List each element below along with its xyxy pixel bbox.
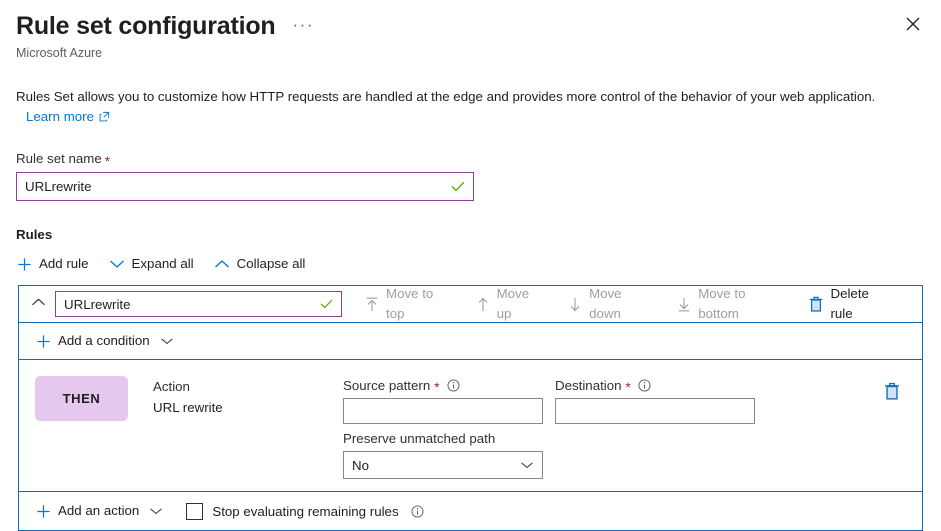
arrow-down-icon — [568, 297, 582, 312]
add-rule-button[interactable]: Add rule — [16, 252, 90, 276]
add-action-label: Add an action — [58, 501, 139, 521]
trash-icon — [884, 382, 900, 405]
plus-icon — [36, 504, 51, 519]
validation-check-icon — [315, 299, 337, 309]
external-link-icon — [99, 111, 110, 122]
validation-check-icon — [447, 181, 469, 192]
source-pattern-input[interactable] — [344, 399, 542, 423]
rule-card: Move to top Move up Move down — [18, 285, 923, 531]
add-condition-label: Add a condition — [58, 331, 150, 351]
learn-more-link[interactable]: Learn more — [26, 107, 110, 126]
stop-evaluating-checkbox[interactable] — [186, 503, 203, 520]
move-up-label: Move up — [497, 284, 546, 324]
collapse-all-label: Collapse all — [237, 254, 306, 274]
then-badge: THEN — [35, 376, 128, 421]
rule-header: Move to top Move up Move down — [19, 286, 922, 323]
delete-rule-button[interactable]: Delete rule — [808, 282, 894, 326]
rule-name-input[interactable] — [56, 292, 315, 316]
add-condition-row: Add a condition — [19, 323, 922, 360]
move-to-bottom-button[interactable]: Move to bottom — [676, 282, 788, 326]
move-to-bottom-icon — [677, 297, 691, 312]
info-icon[interactable] — [411, 505, 424, 518]
required-indicator: * — [434, 381, 439, 394]
description-text: Rules Set allows you to customize how HT… — [16, 89, 875, 104]
rule-set-name-input-wrapper[interactable] — [16, 172, 474, 201]
rule-collapse-button[interactable] — [25, 291, 51, 317]
move-up-button[interactable]: Move up — [475, 282, 547, 326]
action-area: THEN Action URL rewrite Source pattern * — [19, 360, 922, 491]
source-pattern-label-text: Source pattern — [343, 376, 430, 395]
chevron-down-icon — [520, 460, 534, 470]
source-pattern-field: Source pattern * Preserve unmatched path… — [343, 376, 543, 479]
action-label: Action — [153, 376, 343, 397]
chevron-down-icon — [109, 258, 125, 270]
info-icon[interactable] — [447, 379, 460, 392]
destination-label: Destination * — [555, 376, 755, 395]
rule-set-name-field: Rule set name * — [0, 150, 941, 201]
expand-all-label: Expand all — [132, 254, 194, 274]
preserve-unmatched-path-select[interactable]: No — [343, 451, 543, 479]
source-pattern-input-wrapper[interactable] — [343, 398, 543, 424]
rule-footer: Add an action Stop evaluating remaining … — [19, 491, 922, 530]
info-icon[interactable] — [638, 379, 651, 392]
rules-command-bar: Add rule Expand all Collapse all — [0, 252, 941, 276]
action-summary: Action URL rewrite — [153, 376, 343, 418]
delete-rule-label: Delete rule — [830, 284, 893, 324]
rule-set-name-label: Rule set name * — [16, 150, 925, 168]
rule-name-input-wrapper[interactable] — [55, 291, 342, 317]
chevron-down-icon — [149, 506, 163, 516]
rule-toolbar: Move to top Move up Move down — [364, 282, 914, 326]
destination-input-wrapper[interactable] — [555, 398, 755, 424]
page-subtitle: Microsoft Azure — [16, 45, 925, 62]
more-menu-icon[interactable]: ··· — [288, 14, 319, 39]
arrow-up-icon — [476, 297, 490, 312]
destination-label-text: Destination — [555, 376, 622, 395]
add-condition-button[interactable]: Add a condition — [35, 329, 175, 353]
source-pattern-label: Source pattern * — [343, 376, 543, 395]
preserve-unmatched-path-label: Preserve unmatched path — [343, 429, 543, 448]
rules-heading: Rules — [0, 227, 941, 242]
destination-input[interactable] — [556, 399, 754, 423]
learn-more-label: Learn more — [26, 107, 94, 126]
description-block: Rules Set allows you to customize how HT… — [0, 87, 941, 126]
preserve-unmatched-path-label-text: Preserve unmatched path — [343, 429, 495, 448]
add-action-button[interactable]: Add an action — [35, 499, 164, 523]
chevron-up-icon — [31, 295, 46, 313]
move-down-button[interactable]: Move down — [567, 282, 656, 326]
move-to-top-label: Move to top — [386, 284, 454, 324]
close-button[interactable] — [897, 8, 929, 40]
close-icon — [906, 17, 920, 31]
page-title: Rule set configuration — [16, 10, 276, 42]
chevron-up-icon — [214, 258, 230, 270]
delete-action-button[interactable] — [884, 382, 900, 405]
page-header: Rule set configuration ··· Microsoft Azu… — [0, 0, 941, 62]
plus-icon — [36, 334, 51, 349]
stop-evaluating-checkbox-row[interactable]: Stop evaluating remaining rules — [186, 503, 423, 520]
chevron-down-icon — [160, 336, 174, 346]
move-to-top-button[interactable]: Move to top — [364, 282, 455, 326]
required-indicator: * — [105, 155, 110, 168]
title-row: Rule set configuration ··· — [16, 10, 925, 42]
collapse-all-button[interactable]: Collapse all — [213, 252, 307, 276]
plus-icon — [17, 257, 32, 272]
add-rule-label: Add rule — [39, 254, 89, 274]
rule-set-name-label-text: Rule set name — [16, 150, 102, 168]
rule-set-name-input[interactable] — [17, 173, 447, 200]
destination-field: Destination * — [555, 376, 755, 424]
move-down-label: Move down — [589, 284, 655, 324]
trash-icon — [809, 296, 823, 312]
move-to-top-icon — [365, 297, 379, 312]
action-value: URL rewrite — [153, 397, 343, 418]
move-to-bottom-label: Move to bottom — [698, 284, 787, 324]
preserve-unmatched-path-value: No — [352, 458, 369, 473]
expand-all-button[interactable]: Expand all — [108, 252, 195, 276]
stop-evaluating-label: Stop evaluating remaining rules — [212, 504, 398, 519]
required-indicator: * — [626, 381, 631, 394]
